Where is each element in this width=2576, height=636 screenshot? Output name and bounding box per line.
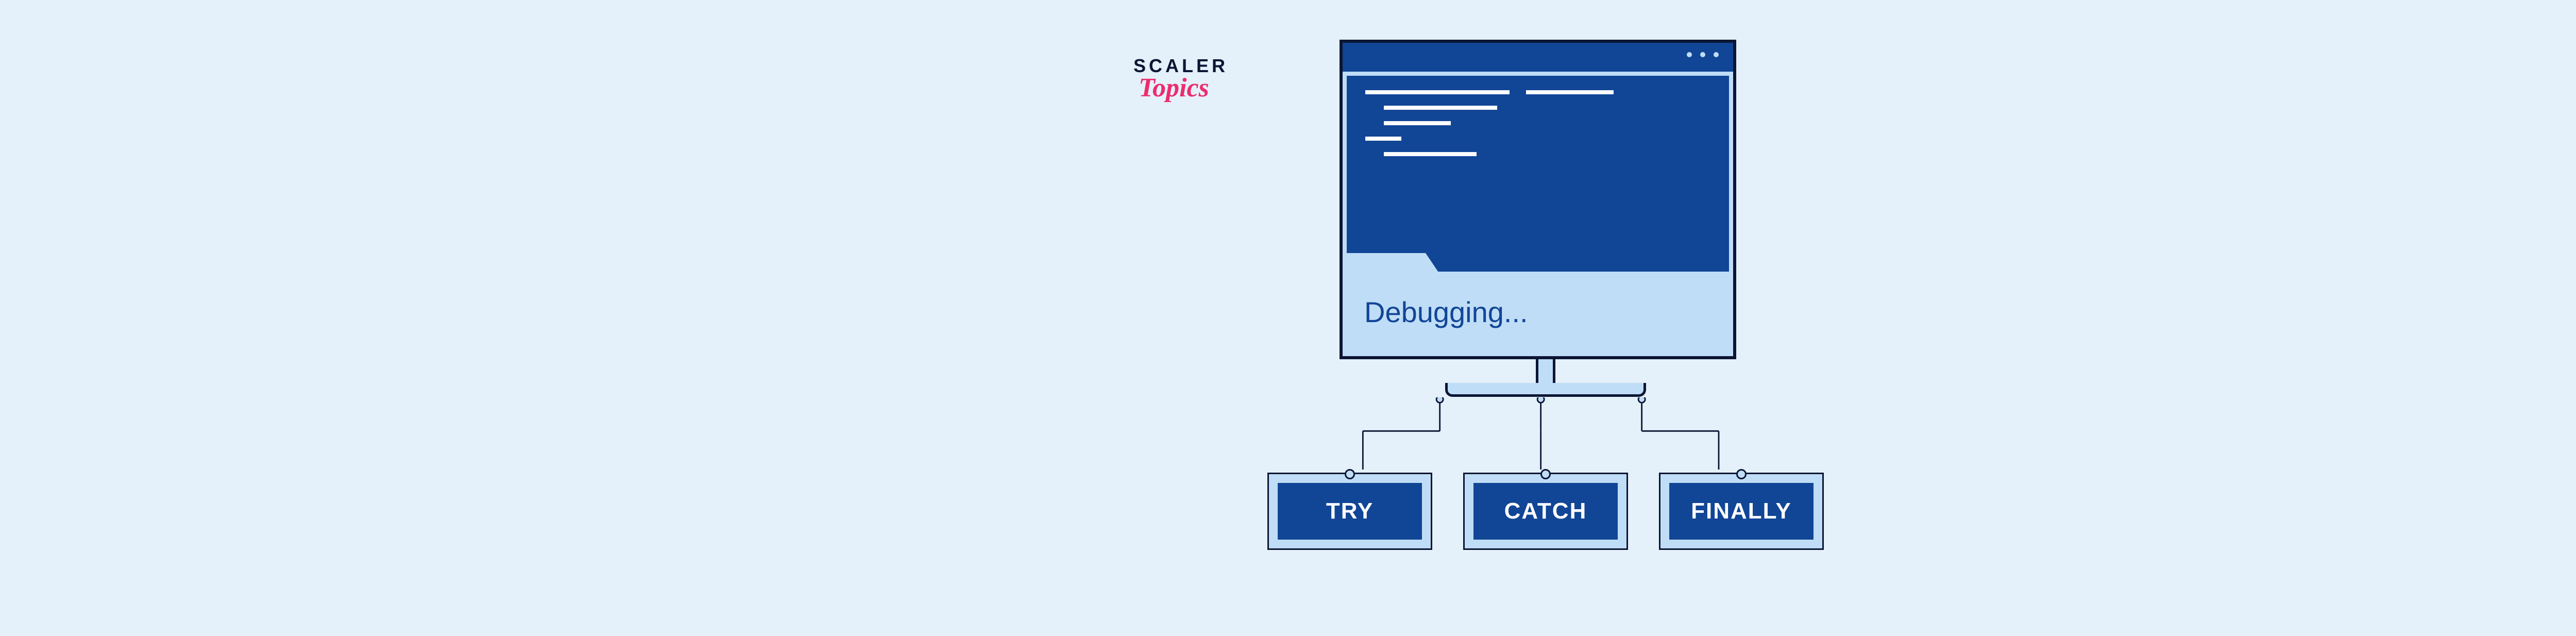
monitor-stand-neck (1536, 359, 1555, 385)
finally-label: FINALLY (1669, 483, 1814, 540)
debug-status-text: Debugging... (1364, 295, 1528, 329)
connector-dot-icon (1540, 469, 1551, 479)
active-tab-notch (1347, 253, 1439, 274)
exception-blocks-row: TRY CATCH FINALLY (1267, 473, 1824, 550)
window-controls-icon (1687, 52, 1719, 57)
code-line (1384, 121, 1451, 125)
debug-panel: Debugging... (1347, 272, 1729, 352)
connector-dot-icon (1736, 469, 1747, 479)
monitor-screen: Debugging... (1340, 40, 1736, 359)
finally-block: FINALLY (1659, 473, 1824, 550)
window-title-bar (1343, 43, 1733, 72)
scaler-topics-logo: SCALER Topics (1133, 55, 1228, 103)
diagram-canvas: SCALER Topics Debugging... (1133, 35, 1958, 601)
connector-lines (1340, 397, 1752, 470)
code-line (1526, 90, 1614, 94)
code-line (1365, 90, 1510, 94)
try-block: TRY (1267, 473, 1432, 550)
try-label: TRY (1278, 483, 1422, 540)
code-line (1365, 137, 1401, 141)
monitor-group: Debugging... (1340, 40, 1752, 397)
code-line (1384, 106, 1497, 110)
code-line (1384, 152, 1477, 156)
catch-block: CATCH (1463, 473, 1628, 550)
connector-dot-icon (1345, 469, 1355, 479)
logo-topics-text: Topics (1139, 73, 1228, 103)
code-editor-area (1347, 76, 1729, 272)
catch-label: CATCH (1473, 483, 1618, 540)
monitor-stand-base (1445, 383, 1646, 397)
